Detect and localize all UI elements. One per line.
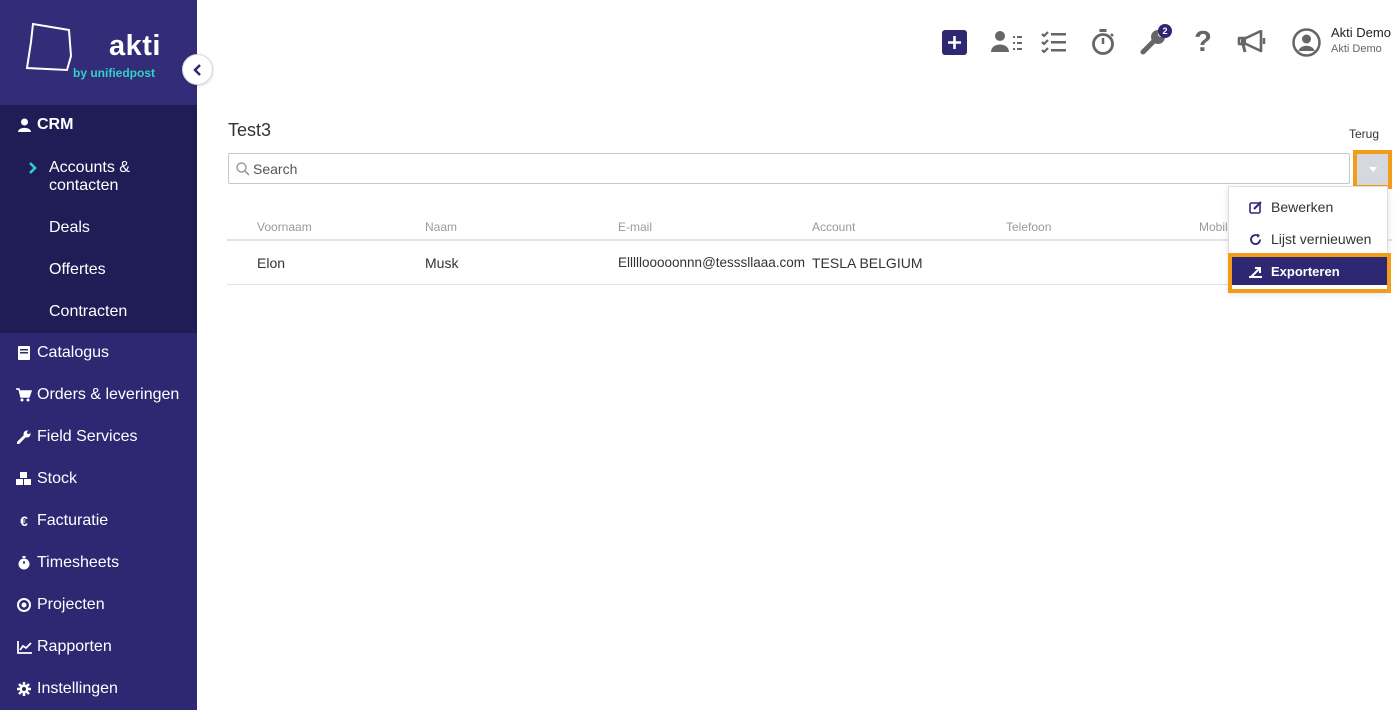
sidebar-subitem-offertes[interactable]: Offertes	[49, 261, 106, 279]
cell-email: Elllllooooonnn@tessslla‌aa.com	[618, 255, 806, 270]
contacts-list-icon	[991, 31, 1022, 52]
sidebar-item-label: Projecten	[37, 596, 105, 613]
menu-item-exporteren[interactable]: Exporteren	[1229, 257, 1387, 285]
sidebar-item-catalogus[interactable]: Catalogus	[16, 344, 109, 362]
cell-naam: Musk	[425, 255, 459, 271]
sidebar-item-label: Orders & leveringen	[37, 386, 180, 403]
sidebar-item-label: Instellingen	[37, 680, 118, 697]
search-box	[228, 153, 1350, 184]
boxes-icon	[16, 471, 32, 487]
cart-icon	[16, 387, 32, 403]
notification-badge: 2	[1158, 24, 1172, 38]
sidebar-item-projecten[interactable]: Projecten	[16, 596, 105, 614]
add-button[interactable]	[941, 27, 967, 57]
edit-icon	[1248, 200, 1262, 214]
column-header-voornaam[interactable]: Voornaam	[257, 220, 312, 234]
cell-account: TESLA BELGIUM	[812, 255, 923, 271]
contacts-button[interactable]	[990, 27, 1024, 57]
plus-square-icon	[941, 29, 967, 55]
logo-mark-icon	[25, 22, 73, 72]
sidebar-subitem-accounts[interactable]: Accounts & contacten	[49, 159, 197, 195]
wrench-icon	[16, 429, 32, 445]
sidebar-subitem-contracten[interactable]: Contracten	[49, 303, 127, 321]
sidebar-item-label: Rapporten	[37, 638, 112, 655]
sidebar-item-label: Field Services	[37, 428, 138, 445]
collapse-sidebar-button[interactable]	[182, 54, 213, 85]
sidebar-item-instellingen[interactable]: Instellingen	[16, 680, 118, 698]
user-company: Akti Demo	[1331, 43, 1382, 55]
menu-item-label: Lijst vernieuwen	[1271, 231, 1372, 247]
sidebar-item-rapporten[interactable]: Rapporten	[16, 638, 112, 656]
book-icon	[16, 345, 32, 361]
stopwatch-icon	[16, 555, 32, 571]
user-avatar[interactable]	[1291, 27, 1321, 57]
logo-subtitle: by unifiedpost	[73, 66, 155, 80]
column-header-email[interactable]: E-mail	[618, 220, 652, 234]
sidebar-item-crm[interactable]: CRM	[16, 116, 73, 134]
sidebar-item-label: Catalogus	[37, 344, 110, 361]
stopwatch-icon	[1092, 29, 1114, 55]
sidebar-item-orders[interactable]: Orders & leveringen	[16, 386, 179, 404]
tasks-button[interactable]	[1040, 27, 1068, 57]
megaphone-icon	[1237, 30, 1266, 53]
actions-dropdown-button[interactable]	[1357, 154, 1388, 185]
export-icon	[1248, 264, 1262, 278]
chevron-left-icon	[192, 63, 201, 76]
menu-item-label: Bewerken	[1271, 199, 1334, 215]
sidebar-item-label: Stock	[37, 470, 78, 487]
sidebar-subitem-deals[interactable]: Deals	[49, 219, 90, 237]
actions-menu: Bewerken Lijst vernieuwen Exporteren	[1228, 186, 1388, 292]
menu-item-label: Exporteren	[1271, 263, 1340, 279]
sidebar-item-field-services[interactable]: Field Services	[16, 428, 137, 446]
table-header: Voornaam Naam E-mail Account Telefoon Mo…	[227, 216, 1392, 241]
target-icon	[16, 597, 32, 613]
user-name[interactable]: Akti Demo	[1331, 25, 1391, 40]
help-button[interactable]: ?	[1191, 25, 1215, 58]
sidebar-item-label: Timesheets	[37, 554, 120, 571]
actions-dropdown-highlight	[1353, 150, 1392, 189]
cell-voornaam: Elon	[257, 255, 286, 271]
menu-item-lijst-vernieuwen[interactable]: Lijst vernieuwen	[1229, 225, 1387, 253]
announcements-button[interactable]	[1236, 27, 1268, 57]
refresh-icon	[1248, 232, 1262, 246]
page-title: Test3	[228, 120, 272, 140]
back-link[interactable]: Terug	[1349, 127, 1379, 141]
euro-icon: €	[20, 513, 28, 529]
chevron-right-icon	[29, 162, 37, 174]
sidebar-item-label: CRM	[37, 116, 74, 133]
logo-text: akti	[109, 30, 161, 62]
chart-line-icon	[16, 639, 32, 655]
column-header-mobiel[interactable]: Mobil	[1199, 220, 1228, 234]
column-header-telefoon[interactable]: Telefoon	[1006, 220, 1051, 234]
crm-section: CRM Accounts & contacten Deals Offertes …	[0, 105, 197, 333]
logo-area: akti by unifiedpost	[0, 0, 197, 105]
checklist-icon	[1041, 31, 1066, 53]
sidebar-item-label: Facturatie	[37, 512, 109, 529]
sidebar-item-facturatie[interactable]: € Facturatie	[16, 512, 108, 530]
gear-icon	[16, 681, 32, 697]
menu-item-bewerken[interactable]: Bewerken	[1229, 193, 1387, 221]
question-icon: ?	[1194, 25, 1212, 58]
column-header-account[interactable]: Account	[812, 220, 855, 234]
sidebar: akti by unifiedpost CRM Accounts & conta…	[0, 0, 197, 710]
timer-button[interactable]	[1090, 27, 1116, 57]
user-icon	[16, 117, 32, 133]
caret-down-icon	[1368, 167, 1377, 172]
user-circle-icon	[1291, 27, 1321, 57]
search-icon	[236, 162, 250, 176]
search-input[interactable]	[229, 154, 1349, 183]
sidebar-item-timesheets[interactable]: Timesheets	[16, 554, 119, 572]
column-header-naam[interactable]: Naam	[425, 220, 457, 234]
table-row[interactable]: Elon Musk Elllllooooonnn@tessslla‌aa.com…	[227, 241, 1392, 285]
sidebar-item-stock[interactable]: Stock	[16, 470, 77, 488]
